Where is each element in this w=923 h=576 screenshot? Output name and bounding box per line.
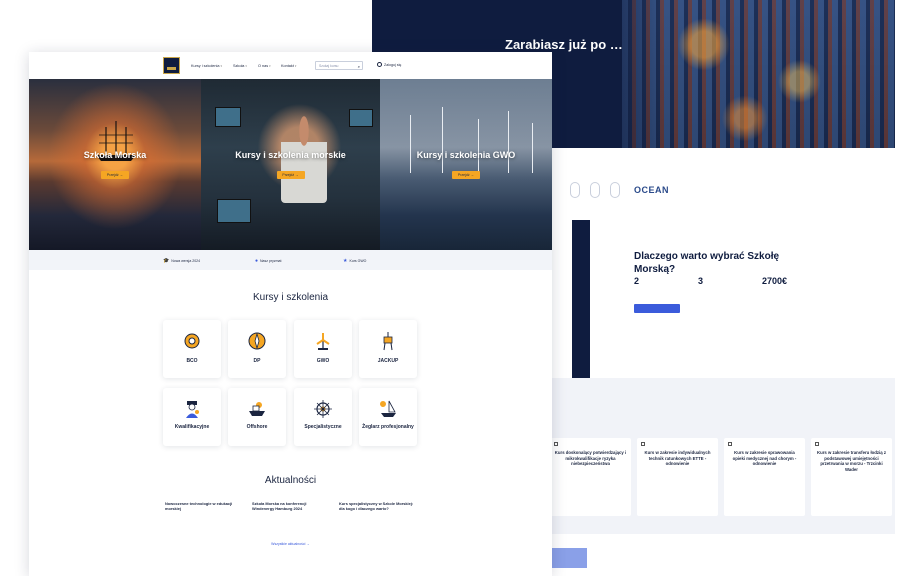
why-cta-button[interactable] [634,304,680,313]
chevron-down-icon: ▾ [269,64,271,68]
news-item[interactable]: Szkoła Morska na konferencji Windenergy … [252,501,328,512]
top-navigation: Kursy i szkolenia ▾ Szkoła ▾ O nas ▾ Kontak… [29,52,552,79]
hero-panel-maritime-courses: Kursy i szkolenia morskie Przejdź → [201,79,380,250]
front-page-preview: Kursy i szkolenia ▾ Szkoła ▾ O nas ▾ Kontak… [29,52,552,576]
course-card[interactable]: Kurs w zakresie sprawowania opieki medyc… [724,438,805,516]
ship-icon [249,402,265,416]
stat: 3 [698,276,738,286]
chevron-down-icon: ▾ [245,64,247,68]
feature-item: ★ Kurs GWO [343,258,367,264]
tile-label: Kwalifikacyjne [174,424,210,430]
hero-cta-button[interactable]: Przejdź → [276,171,305,179]
partner-logos: OCEAN [570,182,673,198]
course-tile-dp[interactable]: DP [228,320,286,378]
chevron-down-icon: ▾ [294,64,297,68]
container-port-image [622,0,895,148]
search-input[interactable]: Szukaj kursu ⌕ [315,61,363,70]
why-title: Dlaczego warto wybrać Szkołę Morską? [634,251,780,275]
news-section-title: Aktualności [264,475,317,486]
helm-icon [314,400,332,418]
course-card[interactable]: Kurs doskonalący potwierdzający i mikrok… [550,438,631,516]
login-link[interactable]: Zaloguj się [377,62,401,67]
stat-value: 3 [698,276,704,286]
tile-label: JACKUP [377,358,399,364]
stat-value: 2 [634,276,640,286]
course-tile-bco[interactable]: BCO [163,320,221,378]
hero-cta-button[interactable]: Przejdź → [452,171,480,179]
course-title: Kurs doskonalący potwierdzający i mikrok… [554,450,627,466]
tile-label: GWO [316,358,330,364]
all-news-link[interactable]: Wszystkie aktualności → [29,542,552,546]
courses-section-title: Kursy i szkolenia [252,292,329,303]
stat-value: 2700€ [762,276,788,286]
footer-banner-fragment [550,548,587,568]
feature-strip: 🎓 Nowa wersja 2024 ● Nasz pryzmat ★ Kurs GW… [29,250,552,270]
partner-logo [590,182,600,198]
partner-logo [610,182,620,198]
screenshot-canvas: Zarabiasz już po … rze. OCEAN Dlaczego w… [0,0,923,576]
hero-title: Kursy i szkolenia morskie [235,150,346,160]
course-tile-gwo[interactable]: GWO [294,320,352,378]
hero-panel-gwo: Kursy i szkolenia GWO Przejdź → [380,79,552,250]
nav-item-courses[interactable]: Kursy i szkolenia ▾ [191,64,222,68]
calendar-icon [815,442,819,446]
tile-label: DP [253,358,261,364]
calendar-icon [554,442,558,446]
calendar-icon [728,442,732,446]
school-logo[interactable] [163,57,180,74]
course-card[interactable]: Kurs w zakresie indywidualnych technik r… [637,438,718,516]
news-title: Kurs specjalistyczny w Szkole Morskiej: … [339,501,414,511]
nav-item-about[interactable]: O nas ▾ [258,64,271,68]
partner-logo [570,182,580,198]
hero-title: Szkoła Morska [83,150,147,160]
nav-item-contact[interactable]: Kontakt ▾ [281,64,296,68]
course-tile-offshore[interactable]: Offshore [228,388,286,446]
why-stats: 2 3 2700€ [634,276,802,286]
news-item[interactable]: Kurs specjalistyczny w Szkole Morskiej: … [339,501,415,512]
news-item[interactable]: Nowoczesne technologie w edukacji morski… [165,501,241,512]
wind-turbine-icon [316,333,330,350]
course-tile-jackup[interactable]: JACKUP [359,320,417,378]
course-tile-pro-sailor[interactable]: Żeglarz profesjonalny [359,388,417,446]
stat: 2700€ [762,276,802,286]
feature-item: 🎓 Nowa wersja 2024 [163,258,201,264]
tile-label: BCO [186,358,198,364]
hero-panel-school: Szkoła Morska Przejdź → [29,79,201,250]
course-title: Kurs w zakresie sprawowania opieki medyc… [732,450,797,466]
life-buoy-icon [184,333,200,349]
tile-label: Żeglarz profesjonalny [362,424,414,430]
feature-item: ● Nasz pryzmat [255,258,282,264]
hero-cta-button[interactable]: Przejdź → [101,171,129,179]
stat: 2 [634,276,674,286]
course-tile-specialist[interactable]: Specjalistyczne [294,388,352,446]
course-title: Kurs w zakresie transferu łodzią z podst… [816,450,886,472]
tile-label: Offshore [246,424,268,430]
oil-platform-icon [383,332,393,351]
star-icon: ★ [343,258,348,264]
news-title: Nowoczesne technologie w edukacji morski… [165,501,233,511]
nav-item-school[interactable]: Szkoła ▾ [233,64,247,68]
calendar-icon [641,442,645,446]
chevron-down-icon: ▾ [220,64,223,68]
chat-icon: ● [255,258,259,264]
course-tile-qualification[interactable]: Kwalifikacyjne [163,388,221,446]
compass-icon [248,332,266,350]
course-title: Kurs w zakresie indywidualnych technik r… [644,450,711,466]
user-icon [377,62,382,67]
why-section [550,220,895,378]
partner-logo: OCEAN [634,185,670,195]
tile-label: Specjalistyczne [304,424,342,430]
search-icon: ⌕ [357,63,360,69]
sailor-icon [186,401,199,418]
course-card[interactable]: Kurs w zakresie transferu łodzią z podst… [811,438,892,516]
hero-title: Kursy i szkolenia GWO [416,150,516,160]
news-title: Szkoła Morska na konferencji Windenergy … [252,501,307,511]
graduation-cap-icon: 🎓 [163,258,170,264]
sailboat-icon [380,400,396,417]
